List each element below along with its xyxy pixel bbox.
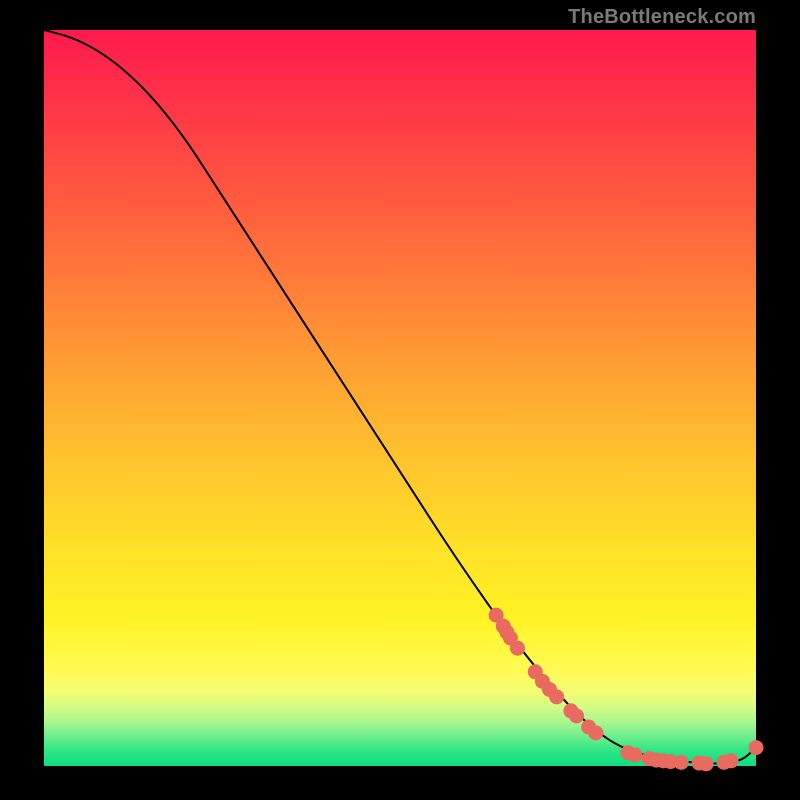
- chart-marker: [510, 641, 525, 656]
- chart-marker: [724, 753, 739, 768]
- chart-marker: [627, 747, 642, 762]
- watermark-text: TheBottleneck.com: [568, 6, 756, 29]
- bottleneck-curve: [44, 30, 756, 763]
- chart-markers: [489, 608, 764, 772]
- chart-plot-area: [44, 30, 756, 766]
- chart-svg: [44, 30, 756, 766]
- chart-marker: [588, 725, 603, 740]
- chart-marker: [674, 755, 689, 770]
- chart-marker: [699, 756, 714, 771]
- chart-frame: TheBottleneck.com: [0, 0, 800, 800]
- chart-marker: [749, 740, 764, 755]
- chart-marker: [549, 689, 564, 704]
- chart-marker: [569, 708, 584, 723]
